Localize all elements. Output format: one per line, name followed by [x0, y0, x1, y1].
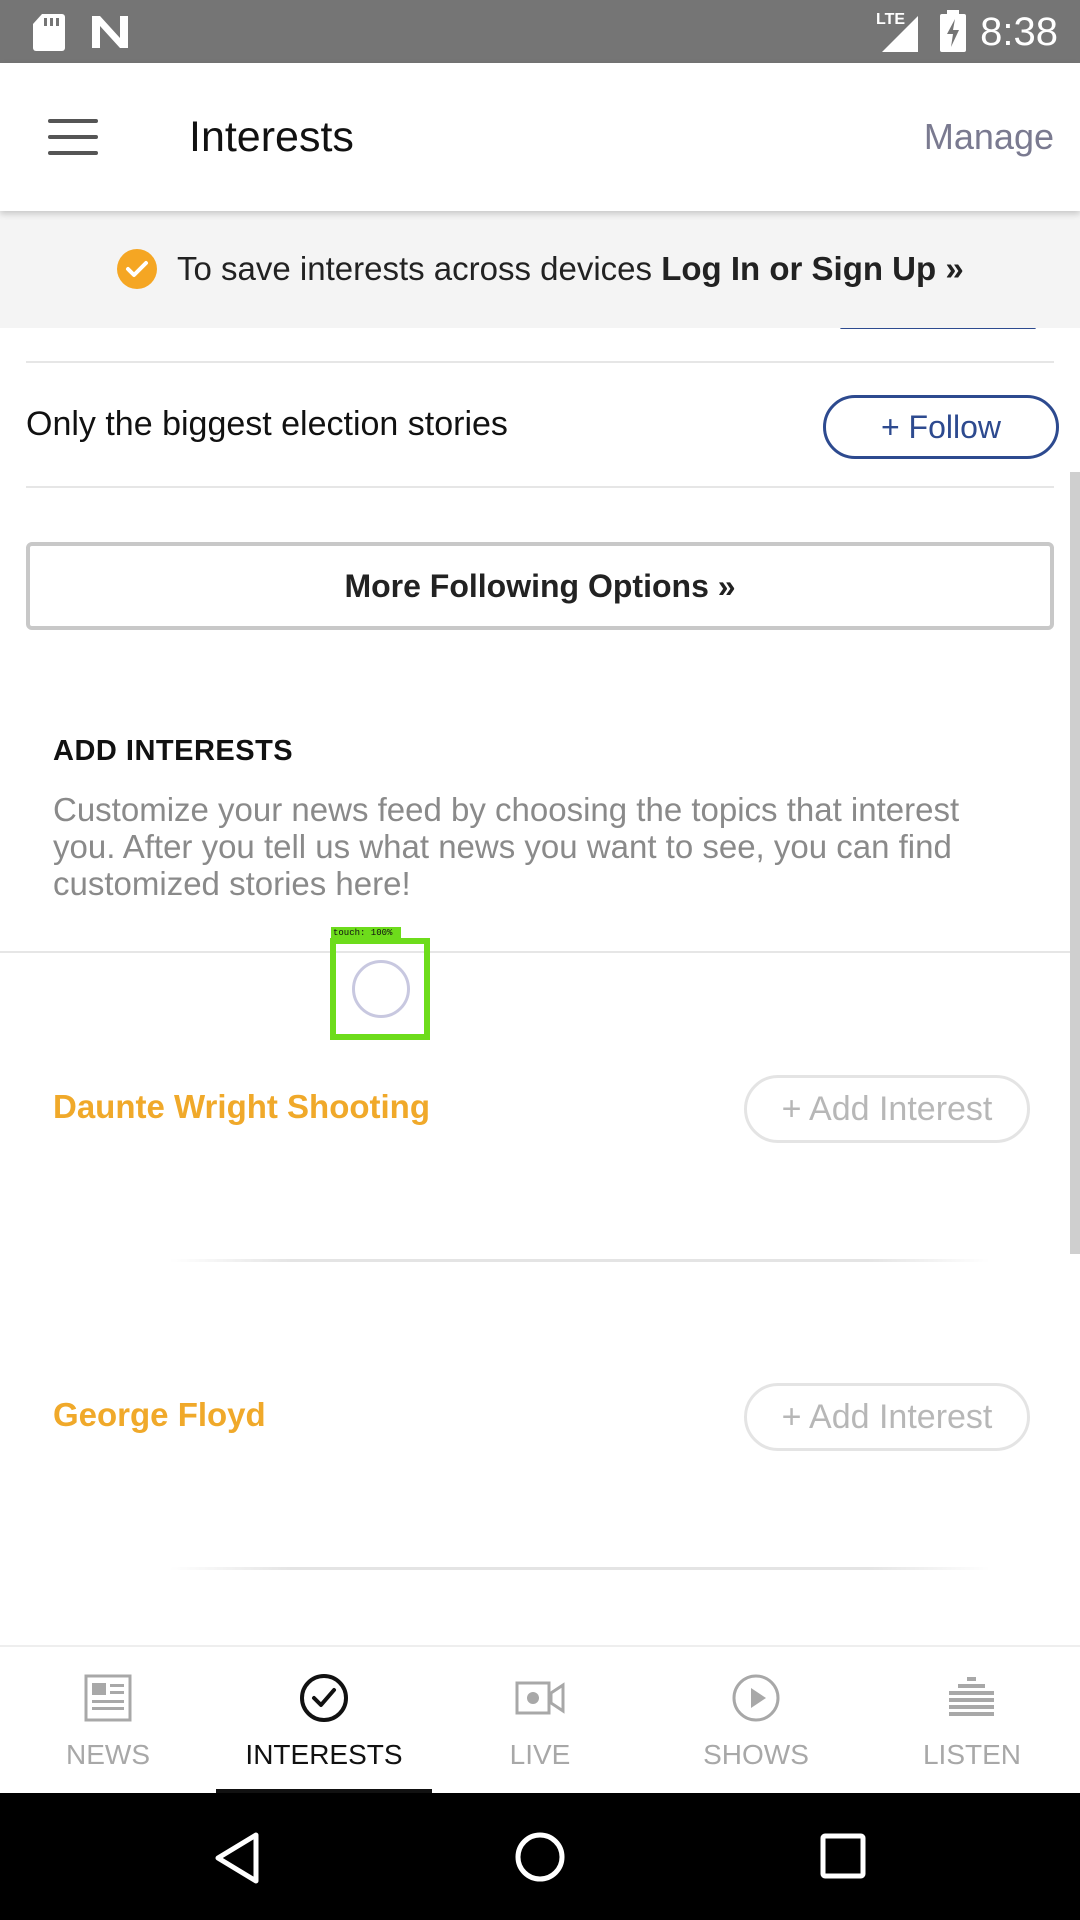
n-notification-icon — [92, 16, 128, 48]
play-circle-icon — [732, 1674, 780, 1722]
tab-interests[interactable]: INTERESTS — [216, 1647, 432, 1795]
touch-point-circle — [352, 960, 410, 1018]
tab-label: INTERESTS — [245, 1739, 403, 1770]
tab-label: NEWS — [66, 1739, 150, 1770]
signal-icon — [882, 16, 918, 52]
back-icon[interactable] — [212, 1831, 262, 1885]
tab-label: LISTEN — [922, 1739, 1022, 1770]
add-interest-button[interactable]: + Add Interest — [744, 1075, 1030, 1143]
add-interests-heading: ADD INTERESTS — [53, 735, 294, 767]
tab-label: SHOWS — [703, 1739, 809, 1770]
battery-charging-icon — [940, 10, 966, 52]
interest-name: Daunte Wright Shooting — [53, 1088, 431, 1125]
more-following-options-button[interactable]: More Following Options » — [26, 542, 1054, 630]
tab-listen[interactable]: LISTEN — [864, 1647, 1080, 1795]
page-title: Interests — [189, 113, 354, 161]
clock: 8:38 — [980, 10, 1058, 54]
tab-shows[interactable]: SHOWS — [648, 1647, 864, 1795]
divider — [170, 1259, 990, 1262]
divider — [0, 951, 1080, 953]
divider — [26, 361, 1054, 363]
home-icon[interactable] — [514, 1831, 566, 1883]
video-camera-icon — [515, 1681, 565, 1715]
login-banner: To save interests across devices Log In … — [0, 211, 1080, 328]
hamburger-menu-icon[interactable] — [48, 119, 98, 155]
check-badge-icon — [117, 249, 157, 289]
sd-card-icon — [33, 14, 65, 51]
interest-name: George Floyd — [53, 1396, 266, 1433]
equalizer-icon — [949, 1677, 994, 1716]
check-circle-icon — [300, 1674, 348, 1722]
add-interests-description: Customize your news feed by choosing the… — [53, 791, 960, 902]
tab-label: LIVE — [509, 1739, 571, 1770]
login-signup-link[interactable]: Log In or Sign Up » — [661, 250, 963, 287]
follow-button[interactable]: + Follow — [823, 395, 1059, 459]
banner-message: To save interests across devices Log In … — [177, 241, 964, 297]
manage-button[interactable]: Manage — [924, 111, 1054, 163]
tab-news[interactable]: NEWS — [0, 1647, 216, 1795]
following-row-label: Only the biggest election stories — [26, 405, 508, 443]
scrollbar[interactable] — [1070, 472, 1080, 1254]
status-bar: LTE 8:38 — [0, 0, 1080, 63]
newspaper-icon — [84, 1674, 132, 1722]
recents-icon[interactable] — [820, 1833, 866, 1879]
system-navigation-bar — [0, 1793, 1080, 1920]
app-bar: Interests Manage — [0, 63, 1080, 211]
divider — [26, 486, 1054, 488]
banner-text: To save interests across devices — [177, 250, 662, 287]
bottom-tab-bar: NEWS INTERESTS LIVE SHOWS LISTEN — [0, 1645, 1080, 1795]
divider — [170, 1567, 990, 1570]
tab-live[interactable]: LIVE — [432, 1647, 648, 1795]
add-interest-button[interactable]: + Add Interest — [744, 1383, 1030, 1451]
